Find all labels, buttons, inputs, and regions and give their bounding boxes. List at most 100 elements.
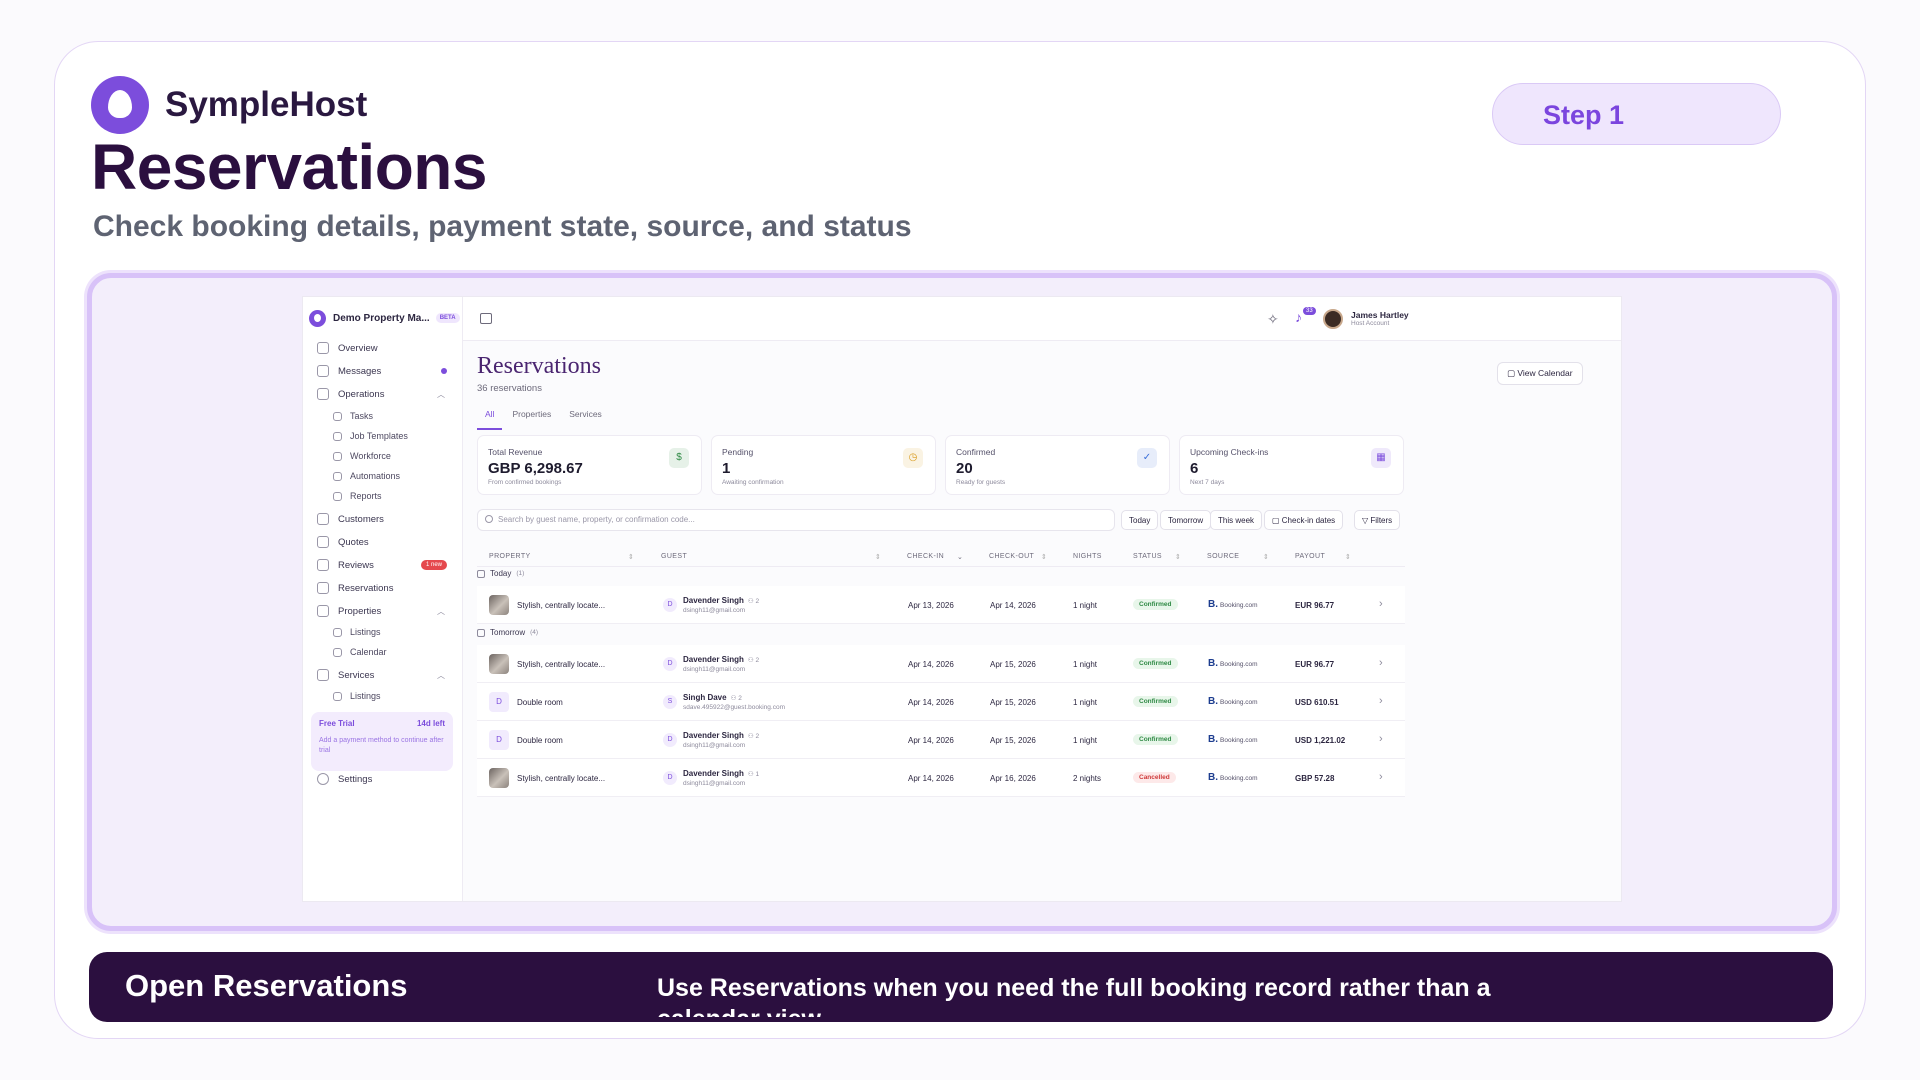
slide-title: Reservations bbox=[91, 131, 487, 203]
property-name: Stylish, centrally locate... bbox=[517, 601, 606, 610]
source-name: Booking.com bbox=[1220, 699, 1258, 706]
party-size: ⚇ 2 bbox=[747, 598, 760, 605]
table-row[interactable]: Stylish, centrally locate... D Davender Si… bbox=[477, 645, 1405, 683]
sidebar-item-job-templates[interactable]: Job Templates bbox=[303, 431, 463, 441]
app-window: Demo Property Ma... BETA Overview Messag… bbox=[302, 296, 1622, 902]
chevron-right-icon[interactable]: › bbox=[1379, 695, 1383, 707]
guest-name: Singh Dave ⚇ 2 bbox=[683, 693, 742, 702]
sort-icon[interactable]: ⇕ bbox=[1345, 553, 1351, 561]
sidebar-item-quotes[interactable]: Quotes bbox=[303, 536, 463, 548]
sidebar-item-workforce[interactable]: Workforce bbox=[303, 451, 463, 461]
sort-icon[interactable]: ⇕ bbox=[628, 553, 634, 561]
stat-subtext: From confirmed bookings bbox=[488, 479, 562, 486]
sidebar-item-properties[interactable]: Properties ︿ bbox=[303, 605, 463, 617]
column-payout[interactable]: PAYOUT bbox=[1295, 553, 1325, 560]
sidebar-item-tasks[interactable]: Tasks bbox=[303, 411, 463, 421]
sidebar-item-reservations[interactable]: Reservations bbox=[303, 582, 463, 594]
gear-icon bbox=[317, 773, 329, 785]
guest-email: dsingh11@gmail.com bbox=[683, 742, 746, 749]
free-trial-label: Free Trial bbox=[319, 719, 355, 728]
sort-icon[interactable]: ⇕ bbox=[1175, 553, 1181, 561]
avatar[interactable] bbox=[1323, 309, 1343, 329]
table-row[interactable]: D Double room D Davender Singh ⚇ 2 dsingh11@g… bbox=[477, 721, 1405, 759]
chevron-right-icon[interactable]: › bbox=[1379, 733, 1383, 745]
filter-tomorrow[interactable]: Tomorrow bbox=[1160, 510, 1212, 530]
check-in-date: Apr 13, 2026 bbox=[908, 601, 954, 610]
chevron-right-icon[interactable]: › bbox=[1379, 598, 1383, 610]
property-name: Double room bbox=[517, 736, 563, 745]
property-initial: D bbox=[489, 692, 509, 712]
sidebar-item-reviews[interactable]: Reviews 1 new bbox=[303, 559, 463, 571]
party-size-count: 2 bbox=[755, 733, 760, 740]
stat-subtext: Ready for guests bbox=[956, 479, 1006, 486]
free-trial-card[interactable]: Free Trial 14d left Add a payment method … bbox=[311, 712, 453, 771]
sidebar-item-settings[interactable]: Settings bbox=[303, 773, 463, 785]
sidebar-item-messages[interactable]: Messages bbox=[303, 365, 463, 377]
filter-this-week[interactable]: This week bbox=[1210, 510, 1263, 530]
chevron-up-icon: ︿ bbox=[437, 389, 445, 399]
sidebar-item-automations[interactable]: Automations bbox=[303, 471, 463, 481]
sidebar-item-reports[interactable]: Reports bbox=[303, 491, 463, 501]
filters-button[interactable]: ▽ Filters bbox=[1354, 510, 1401, 530]
guest-name: Davender Singh ⚇ 1 bbox=[683, 769, 759, 778]
nights: 1 night bbox=[1073, 601, 1098, 610]
table-row[interactable]: Stylish, centrally locate... D Davender Si… bbox=[477, 759, 1405, 797]
check-in-date: Apr 14, 2026 bbox=[908, 736, 954, 745]
checkin-dates-button[interactable]: ▢ Check-in dates bbox=[1264, 510, 1344, 530]
table-row[interactable]: Stylish, centrally locate... D Davender Si… bbox=[477, 586, 1405, 624]
view-calendar-button[interactable]: ▢ View Calendar bbox=[1497, 362, 1583, 385]
sidebar-item-calendar[interactable]: Calendar bbox=[303, 647, 463, 657]
stat-value: GBP 6,298.67 bbox=[488, 460, 583, 477]
tab-services[interactable]: Services bbox=[561, 405, 610, 430]
column-check-out[interactable]: CHECK-OUT bbox=[989, 553, 1034, 560]
chevron-right-icon[interactable]: › bbox=[1379, 657, 1383, 669]
column-check-in[interactable]: CHECK-IN bbox=[907, 553, 944, 560]
chevron-right-icon[interactable]: › bbox=[1379, 771, 1383, 783]
sort-icon[interactable]: ⇕ bbox=[1263, 553, 1269, 561]
filter-today[interactable]: Today bbox=[1121, 510, 1159, 530]
status-badge: Confirmed bbox=[1133, 599, 1178, 610]
sidebar-item-service-listings[interactable]: Listings bbox=[303, 691, 463, 701]
source-name: Booking.com bbox=[1220, 602, 1258, 609]
calendar-icon: ▢ bbox=[1507, 368, 1518, 378]
guest-name: Davender Singh ⚇ 2 bbox=[683, 596, 759, 605]
tab-properties[interactable]: Properties bbox=[504, 405, 559, 430]
sidebar-item-operations[interactable]: Operations ︿ bbox=[303, 388, 463, 400]
search-input[interactable]: Search by guest name, property, or confi… bbox=[477, 509, 1115, 531]
property-thumbnail bbox=[489, 654, 509, 674]
sort-icon[interactable]: ⇕ bbox=[875, 553, 881, 561]
guest-avatar: D bbox=[663, 771, 677, 785]
column-property[interactable]: PROPERTY bbox=[489, 553, 531, 560]
sidebar-item-property-listings[interactable]: Listings bbox=[303, 627, 463, 637]
stat-label: Upcoming Check-ins bbox=[1190, 447, 1269, 457]
party-size: ⚇ 2 bbox=[747, 733, 760, 740]
main-content: Reservations 36 reservations ▢ View Cale… bbox=[463, 341, 1621, 901]
sort-icon[interactable]: ⇕ bbox=[1041, 553, 1047, 561]
table-row[interactable]: D Double room S Singh Dave ⚇ 2 sdave.495922@g… bbox=[477, 683, 1405, 721]
sort-desc-icon[interactable]: ⌄ bbox=[957, 553, 963, 561]
sidebar-item-services[interactable]: Services ︿ bbox=[303, 669, 463, 681]
sidebar-item-overview[interactable]: Overview bbox=[303, 342, 463, 354]
property-thumbnail bbox=[489, 595, 509, 615]
source-name: Booking.com bbox=[1220, 737, 1258, 744]
column-status[interactable]: STATUS bbox=[1133, 553, 1162, 560]
star-icon bbox=[317, 559, 329, 571]
guest-name-text: Davender Singh bbox=[683, 769, 744, 778]
sparkle-icon[interactable]: ✧ bbox=[1267, 311, 1279, 328]
property-switcher[interactable]: Demo Property Ma... BETA bbox=[303, 297, 462, 329]
calendar-icon bbox=[317, 582, 329, 594]
chevron-up-icon: ︿ bbox=[437, 670, 445, 680]
bell-icon[interactable]: ♪ bbox=[1295, 309, 1302, 325]
unread-dot bbox=[441, 368, 447, 374]
party-size-count: 1 bbox=[755, 771, 760, 778]
tab-all[interactable]: All bbox=[477, 405, 503, 430]
users-icon bbox=[333, 451, 342, 461]
guest-name: Davender Singh ⚇ 2 bbox=[683, 731, 759, 740]
source-name: Booking.com bbox=[1220, 775, 1258, 782]
slide-card: SympleHost Reservations Check booking de… bbox=[54, 41, 1866, 1039]
column-source[interactable]: SOURCE bbox=[1207, 553, 1239, 560]
sidebar-toggle-icon[interactable] bbox=[480, 313, 492, 324]
party-size-count: 2 bbox=[738, 695, 742, 702]
sidebar-item-customers[interactable]: Customers bbox=[303, 513, 463, 525]
column-guest[interactable]: GUEST bbox=[661, 553, 687, 560]
